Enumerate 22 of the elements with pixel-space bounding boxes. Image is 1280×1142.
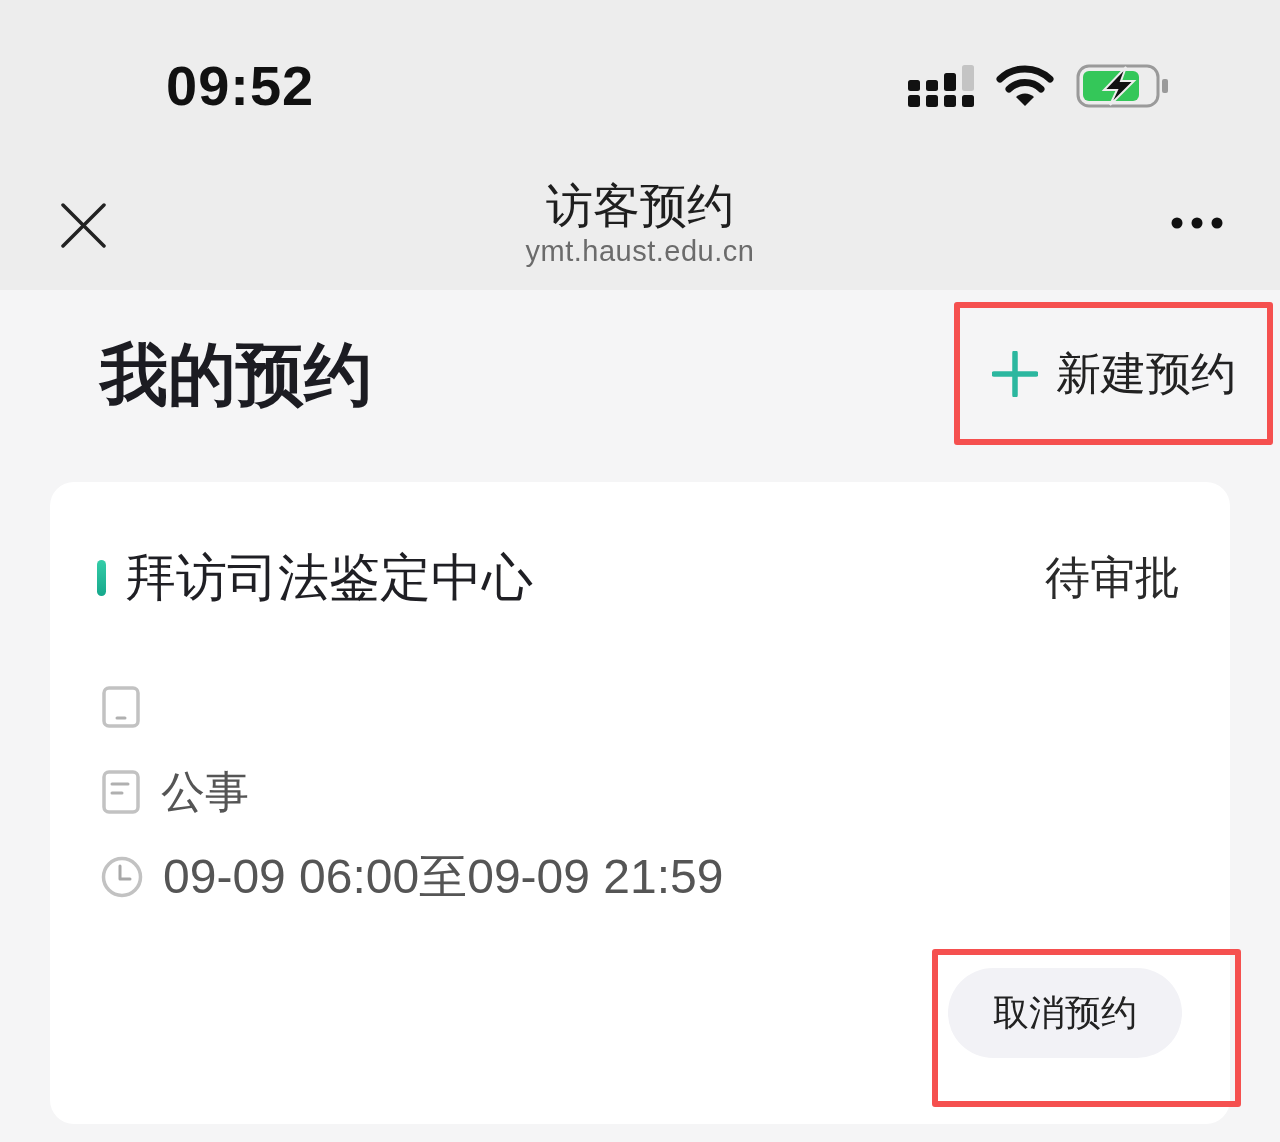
page-title: 访客预约 (546, 182, 734, 229)
section-title: 我的预约 (100, 340, 372, 408)
appointment-title: 拜访司法鉴定中心 (125, 552, 533, 603)
phone-icon (101, 685, 141, 729)
battery-charging-icon (1076, 64, 1170, 108)
visit-purpose: 公事 (161, 770, 249, 814)
more-button[interactable] (1171, 217, 1223, 229)
close-icon (61, 202, 106, 248)
page-domain: ymt.haust.edu.cn (525, 237, 755, 266)
title-accent-bar (97, 559, 106, 596)
cancel-appointment-button[interactable]: 取消预约 (948, 968, 1182, 1058)
plus-icon (991, 350, 1038, 397)
appointment-status: 待审批 (1045, 555, 1180, 600)
clock-icon (101, 856, 143, 898)
more-icon (1171, 217, 1223, 229)
visit-time: 09-09 06:00至09-09 21:59 (163, 853, 724, 901)
close-button[interactable] (61, 202, 106, 248)
status-time: 09:52 (166, 58, 315, 114)
document-icon (101, 769, 141, 815)
signal-icon (908, 65, 974, 107)
new-appointment-button[interactable]: 新建预约 (991, 350, 1236, 397)
wifi-icon (996, 65, 1054, 107)
